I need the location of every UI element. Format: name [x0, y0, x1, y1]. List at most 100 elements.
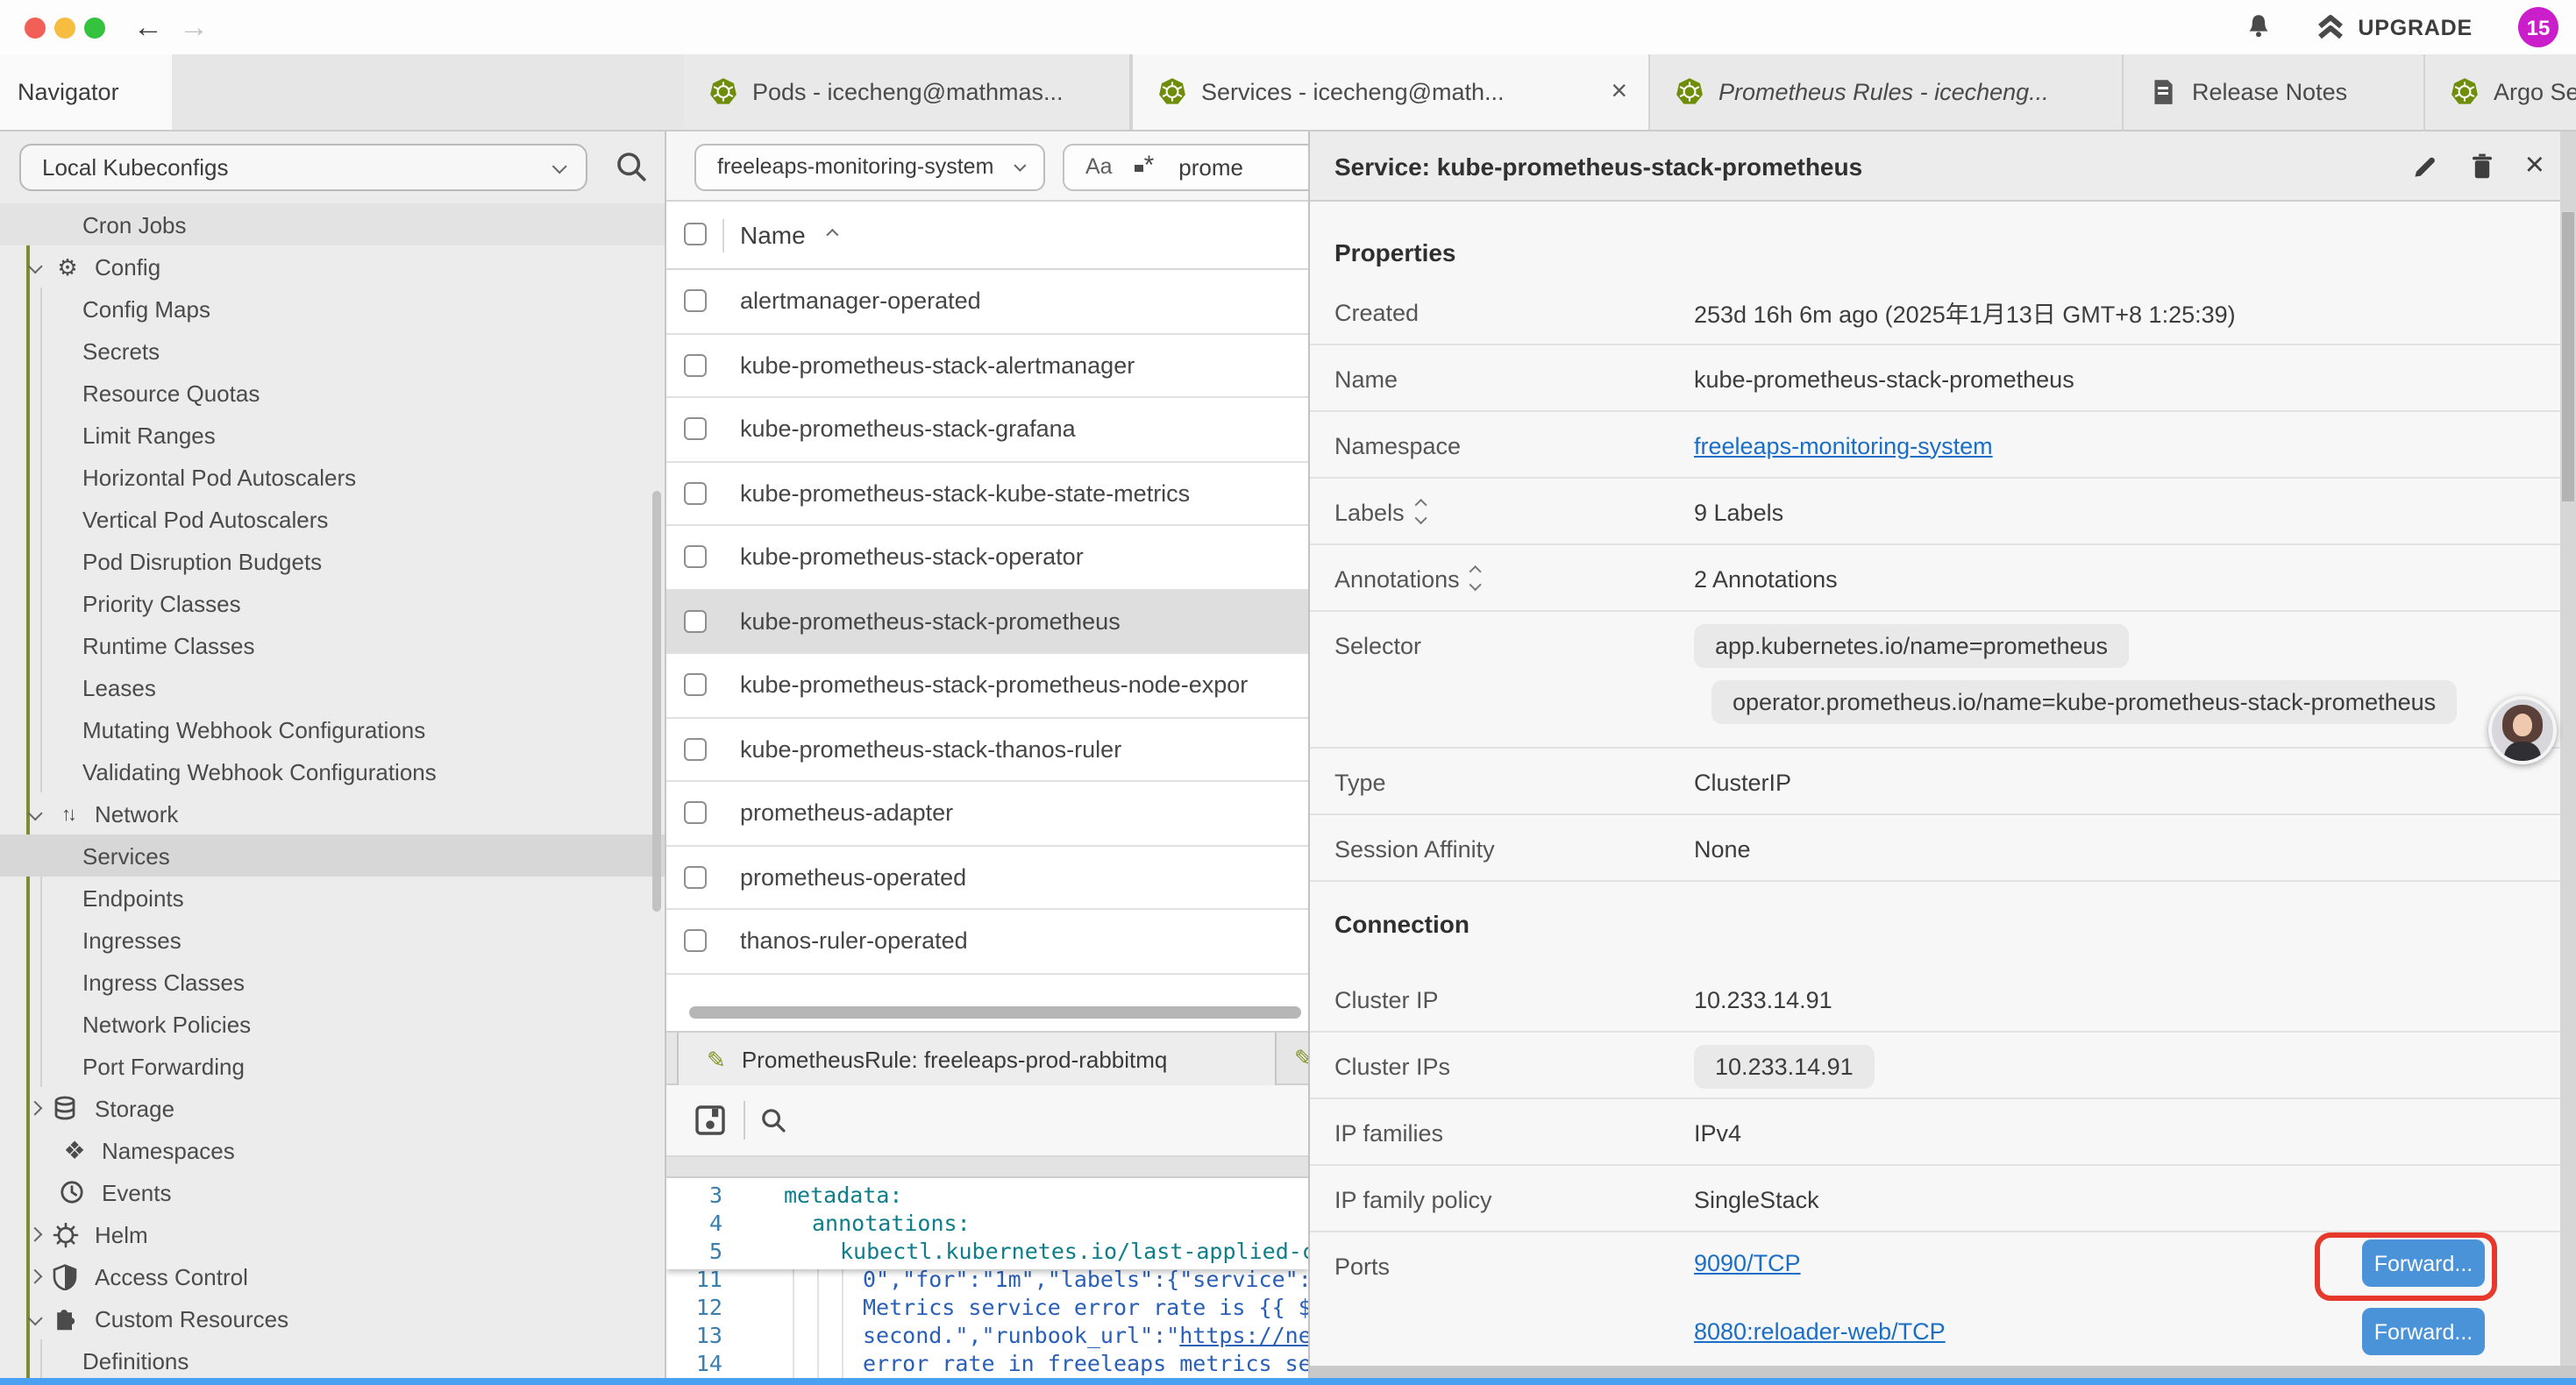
row-checkbox[interactable] [684, 673, 707, 696]
sort-icon[interactable] [1417, 501, 1425, 522]
table-row[interactable]: thanos-ruler-operated [666, 910, 1308, 974]
tab-services[interactable]: Services - icecheng@math...× [1131, 54, 1650, 130]
sidebar-item-storage[interactable]: Storage [0, 1087, 665, 1129]
table-row[interactable]: kube-prometheus-stack-prometheus [666, 590, 1308, 654]
sidebar-item-ingresses[interactable]: Ingresses [0, 919, 665, 961]
sidebar-scrollbar[interactable] [652, 491, 661, 912]
table-row[interactable]: kube-prometheus-stack-kube-state-metrics [666, 462, 1308, 526]
select-all-checkbox[interactable] [684, 223, 707, 245]
yaml-editor[interactable]: 110","for":"1m","labels":{"service":"f12… [666, 1178, 1308, 1378]
sidebar-item-endpoints[interactable]: Endpoints [0, 877, 665, 919]
window-close-button[interactable] [25, 17, 46, 38]
save-icon[interactable] [694, 1104, 726, 1136]
namespace-select[interactable]: freeleaps-monitoring-system [694, 143, 1045, 190]
table-row[interactable]: alertmanager-operated [666, 270, 1308, 334]
panel-scrollbar-thumb[interactable] [2562, 212, 2574, 501]
row-checkbox[interactable] [684, 801, 707, 824]
detail-value: 10.233.14.91 [1694, 966, 1832, 1033]
sidebar-item-namespaces[interactable]: ❖Namespaces [0, 1129, 665, 1171]
sidebar-item-vertical-pod-autoscalers[interactable]: Vertical Pod Autoscalers [0, 498, 665, 540]
row-checkbox[interactable] [684, 609, 707, 632]
close-icon[interactable]: × [2525, 149, 2544, 182]
sidebar-search-icon[interactable] [614, 149, 649, 184]
sidebar-item-limit-ranges[interactable]: Limit Ranges [0, 414, 665, 456]
tab-release[interactable]: Release Notes [2124, 54, 2425, 130]
detail-label: Session Affinity [1334, 815, 1495, 882]
kubeconfig-select[interactable]: Local Kubeconfigs [19, 143, 587, 190]
sidebar-item-validating-webhook-configurations[interactable]: Validating Webhook Configurations [0, 750, 665, 792]
sidebar-item-pod-disruption-budgets[interactable]: Pod Disruption Budgets [0, 540, 665, 582]
row-checkbox[interactable] [684, 737, 707, 760]
filter-input[interactable]: Aa * prome [1063, 143, 1308, 190]
chevron-right-icon[interactable] [27, 1100, 43, 1116]
back-button[interactable]: ← [133, 5, 163, 49]
tab-close-icon[interactable]: × [1607, 76, 1631, 108]
table-row[interactable]: kube-prometheus-stack-prometheus-node-ex… [666, 654, 1308, 718]
chevron-down-icon[interactable] [27, 806, 43, 821]
sidebar-item-leases[interactable]: Leases [0, 666, 665, 708]
user-avatar[interactable] [2488, 696, 2557, 764]
name-column-header[interactable]: Name [740, 221, 806, 249]
table-row[interactable]: kube-prometheus-stack-grafana [666, 398, 1308, 462]
sidebar-item-mutating-webhook-configurations[interactable]: Mutating Webhook Configurations [0, 708, 665, 750]
sidebar-item-definitions[interactable]: Definitions [0, 1339, 665, 1378]
bell-icon[interactable] [2244, 12, 2272, 42]
sidebar-item-horizontal-pod-autoscalers[interactable]: Horizontal Pod Autoscalers [0, 456, 665, 498]
row-checkbox[interactable] [684, 545, 707, 568]
forward-button[interactable]: → [179, 5, 209, 49]
table-row[interactable]: kube-prometheus-stack-operator [666, 526, 1308, 590]
sidebar-item-resource-quotas[interactable]: Resource Quotas [0, 372, 665, 414]
table-row[interactable]: prometheus-operated [666, 846, 1308, 910]
editor-tab-prometheusrule[interactable]: ✎ PrometheusRule: freeleaps-prod-rabbitm… [677, 1033, 1277, 1085]
sidebar-item-custom-resources[interactable]: Custom Resources [0, 1297, 665, 1339]
tab-pods[interactable]: Pods - icecheng@mathmas... [684, 54, 1131, 130]
chevron-right-icon[interactable] [27, 1226, 43, 1242]
panel-scrollbar-track[interactable] [2560, 131, 2576, 1366]
sidebar-item-secrets[interactable]: Secrets [0, 330, 665, 372]
forward-button[interactable]: Forward... [2362, 1308, 2485, 1355]
window-minimize-button[interactable] [54, 17, 75, 38]
table-row[interactable]: kube-prometheus-stack-thanos-ruler [666, 718, 1308, 782]
row-checkbox[interactable] [684, 417, 707, 440]
sidebar-item-access-control[interactable]: Access Control [0, 1255, 665, 1297]
sidebar-item-helm[interactable]: Helm [0, 1213, 665, 1255]
editor-search-icon[interactable] [759, 1106, 787, 1134]
chevron-down-icon[interactable] [27, 259, 43, 274]
row-checkbox[interactable] [684, 481, 707, 504]
sidebar-item-port-forwarding[interactable]: Port Forwarding [0, 1045, 665, 1087]
code-line-3: 3metadata: [666, 1182, 1308, 1210]
match-case-toggle[interactable]: Aa [1085, 154, 1113, 179]
row-checkbox[interactable] [684, 353, 707, 376]
navigator-panel-tab[interactable]: Navigator [0, 54, 172, 130]
row-checkbox[interactable] [684, 289, 707, 312]
row-checkbox[interactable] [684, 865, 707, 888]
sort-icon[interactable] [1472, 568, 1480, 588]
sidebar-item-cron-jobs[interactable]: Cron Jobs [0, 203, 665, 245]
namespace-link[interactable]: freeleaps-monitoring-system [1694, 412, 1993, 479]
row-checkbox[interactable] [684, 929, 707, 952]
sidebar-item-config-maps[interactable]: Config Maps [0, 288, 665, 330]
table-row[interactable]: prometheus-adapter [666, 782, 1308, 846]
regex-toggle-icon[interactable]: * [1135, 158, 1155, 175]
tab-argo[interactable]: Argo Se [2425, 54, 2576, 130]
sidebar-item-runtime-classes[interactable]: Runtime Classes [0, 624, 665, 666]
window-maximize-button[interactable] [84, 17, 105, 38]
edit-pencil-icon[interactable] [2411, 152, 2439, 180]
sidebar-item-network[interactable]: ↑↓Network [0, 792, 665, 835]
chevron-down-icon[interactable] [27, 1310, 43, 1326]
chevron-right-icon[interactable] [27, 1268, 43, 1284]
port-link-9090[interactable]: 9090/TCP [1694, 1250, 1801, 1276]
trash-icon[interactable] [2469, 152, 2495, 180]
sidebar-item-network-policies[interactable]: Network Policies [0, 1003, 665, 1045]
tab-prometheus[interactable]: Prometheus Rules - icecheng... [1650, 54, 2124, 130]
notification-badge[interactable]: 15 [2518, 7, 2558, 47]
sidebar-item-priority-classes[interactable]: Priority Classes [0, 582, 665, 624]
horizontal-scrollbar[interactable] [689, 1006, 1301, 1019]
sidebar-item-events[interactable]: Events [0, 1171, 665, 1213]
sidebar-item-config[interactable]: ⚙Config [0, 245, 665, 288]
sidebar-item-services[interactable]: Services [0, 835, 665, 877]
sidebar-item-ingress-classes[interactable]: Ingress Classes [0, 961, 665, 1003]
upgrade-button[interactable]: UPGRADE [2314, 12, 2473, 42]
port-link-8080[interactable]: 8080:reloader-web/TCP [1694, 1318, 1946, 1345]
table-row[interactable]: kube-prometheus-stack-alertmanager [666, 334, 1308, 398]
